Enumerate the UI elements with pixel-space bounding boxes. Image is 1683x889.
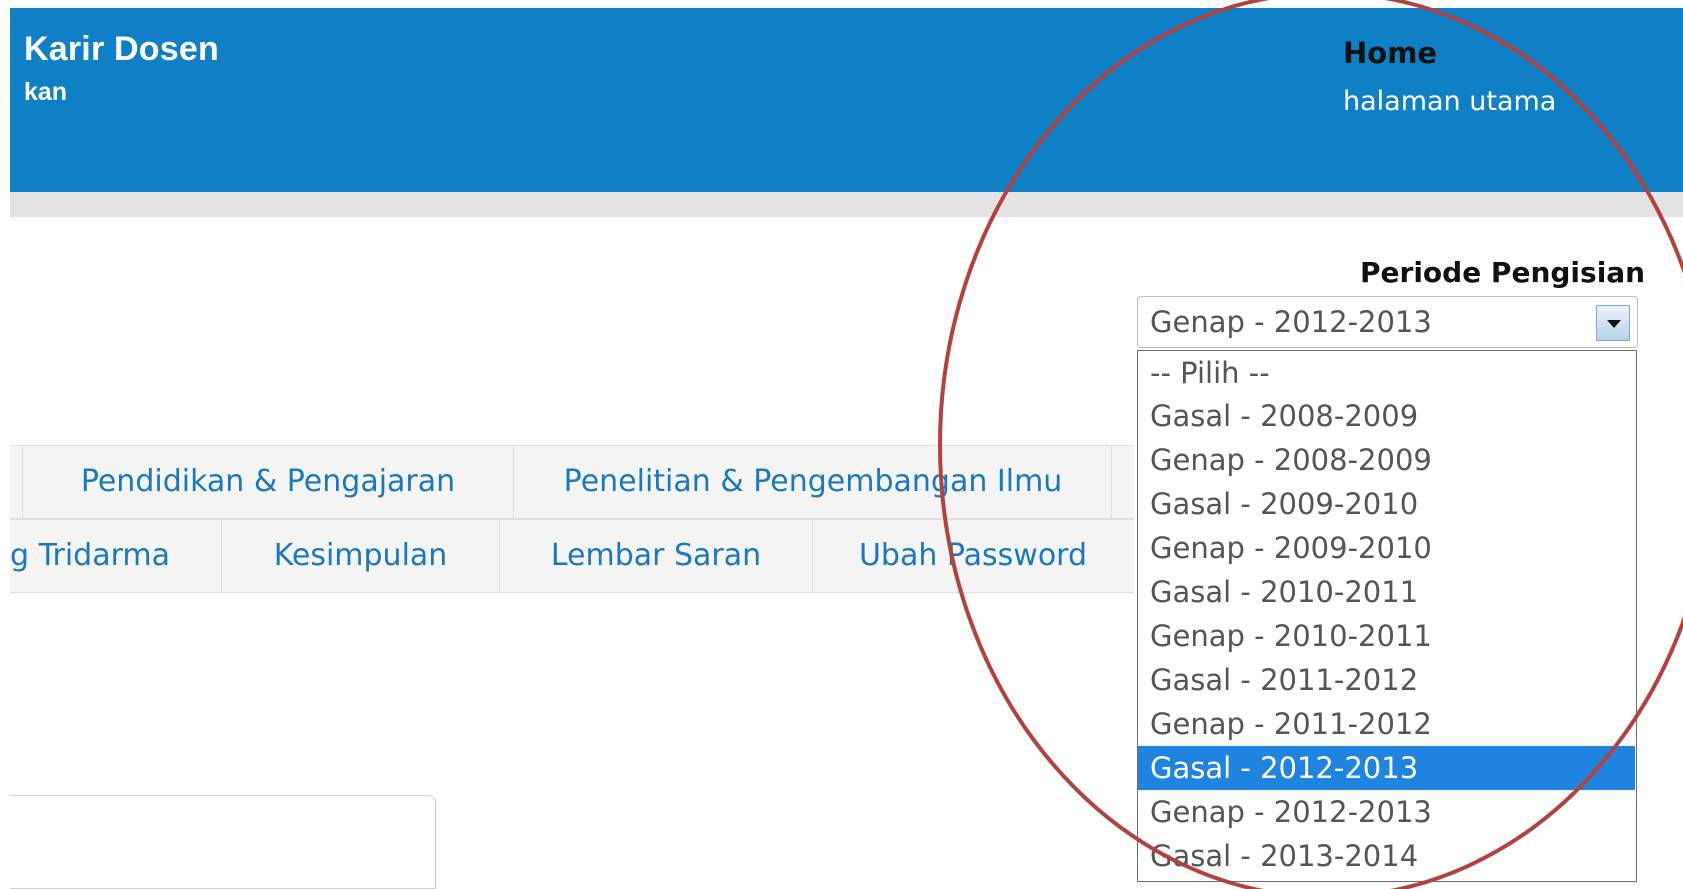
dropdown-option[interactable]: Gasal - 2009-2010 <box>1138 482 1635 526</box>
periode-select-value: Genap - 2012-2013 <box>1150 305 1432 339</box>
app-title: Karir Dosen <box>24 30 219 68</box>
tab-tridarma[interactable]: g Tridarma <box>10 520 220 592</box>
tab-pendidikan-pengajaran[interactable]: Pendidikan & Pengajaran <box>23 446 513 518</box>
dropdown-option[interactable]: Genap - 2012-2013 <box>1138 790 1635 834</box>
header-bar: Karir Dosen kan Home halaman utama <box>10 8 1683 192</box>
periode-dropdown-list[interactable]: -- Pilih -- Gasal - 2008-2009 Genap - 20… <box>1137 350 1637 882</box>
tab-kesimpulan[interactable]: Kesimpulan <box>222 520 499 592</box>
dropdown-option[interactable]: Genap - 2011-2012 <box>1138 702 1635 746</box>
tab-lembar-saran[interactable]: Lembar Saran <box>500 520 812 592</box>
page-subtitle: halaman utama <box>1343 86 1557 117</box>
periode-select[interactable]: Genap - 2012-2013 <box>1137 296 1638 348</box>
dropdown-option[interactable]: Gasal - 2011-2012 <box>1138 658 1635 702</box>
left-edge <box>0 0 10 889</box>
nav-tabs-row-2: g Tridarma Kesimpulan Lembar Saran Ubah … <box>10 519 1134 593</box>
dropdown-option[interactable]: Gasal - 2010-2011 <box>1138 570 1635 614</box>
content-panel <box>10 795 436 889</box>
app-subtitle: kan <box>24 78 68 106</box>
chevron-down-icon[interactable] <box>1596 305 1630 341</box>
tab-divider <box>1111 446 1112 518</box>
dropdown-option[interactable]: -- Pilih -- <box>1138 351 1635 395</box>
header-divider-strip <box>10 192 1683 217</box>
dropdown-option[interactable]: Gasal - 2013-2014 <box>1138 834 1635 878</box>
tab-penelitian-pengembangan[interactable]: Penelitian & Pengembangan Ilmu <box>514 446 1112 518</box>
dropdown-option[interactable]: Genap - 2010-2011 <box>1138 614 1635 658</box>
dropdown-option-highlighted[interactable]: Gasal - 2012-2013 <box>1138 746 1635 790</box>
nav-tabs-row-1: Pendidikan & Pengajaran Penelitian & Pen… <box>10 445 1134 519</box>
page-title: Home <box>1343 36 1438 70</box>
tab-ubah-password[interactable]: Ubah Password <box>813 520 1133 592</box>
periode-label: Periode Pengisian <box>1360 256 1646 289</box>
dropdown-option[interactable]: Genap - 2008-2009 <box>1138 438 1635 482</box>
dropdown-option[interactable]: Genap - 2009-2010 <box>1138 526 1635 570</box>
dropdown-option[interactable]: Gasal - 2008-2009 <box>1138 394 1635 438</box>
